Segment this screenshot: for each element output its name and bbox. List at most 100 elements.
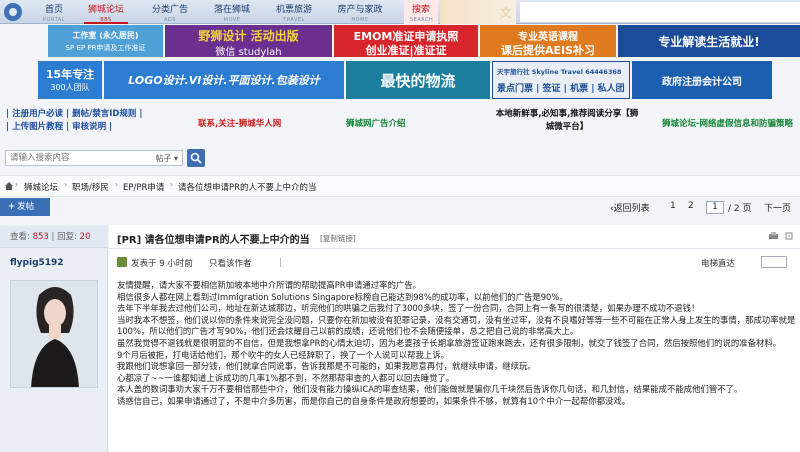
post-paragraph: 相信很多人都在网上看到过Immigration Solutions Singap… [117,291,568,302]
ad-banner-accounting[interactable]: 政府注册会计公司 [632,61,772,99]
search-button[interactable] [187,149,205,167]
nav-ads[interactable]: 分类广告 ADS [148,0,192,24]
breadcrumb-separator: › [170,180,174,189]
ad-banner-pr[interactable]: 工作室 (永久居民) SP EP PR申请及工作准证 [48,25,163,57]
search-icon [190,152,202,164]
site-logo[interactable] [4,3,22,21]
nav-home-services-sub: HOME [351,17,369,23]
page-link-1[interactable]: 1 [670,201,676,211]
post-paragraph: 诱惑信自己，如果申请通过了，不是中介多历害，而是你自己的自身条件是政府想要的，如… [117,395,631,406]
rules-links-line2[interactable]: | 上传图片教程 | 审核说明 | [6,121,142,134]
new-post-label: 发帖 [17,202,35,212]
floor-jump-input[interactable] [761,256,787,268]
floor-jump-label: 电梯直达 [701,259,736,269]
chevron-down-icon: ▾ [173,154,178,163]
post-paragraph: 本人盖的数词事劝大家千万不要相信那些中介，他们没有能力操纵ICA的审查结果，他们… [117,384,743,395]
nav-travel-label: 机票旅游 [275,5,312,15]
top-nav: 首页 PORTAL 狮城论坛 BBS 分类广告 ADS 落在狮城 MOVE 机票… [0,0,800,24]
ad-banner-logo-design-main: LOGO设计.VI设计.平面设计.包装设计 [128,74,320,87]
post-paragraph: 我跟他们说想拿回一部分钱，他们就拿合同说事，告诉我那是不可能的，如果我愿意再付，… [117,361,536,372]
anti-fraud-link[interactable]: 狮城论坛-网络虚假信息和防骗策略 [662,118,793,131]
ad-banner-career-main: 专业解读生活就业! [658,35,760,49]
ad-banner-english[interactable]: 专业英语课程 课后提供AEIS补习 [480,25,616,57]
nav-ads-sub: ADS [164,17,176,23]
pagination: ‹返回列表 1 2 1 / 2 页 下一页 [610,201,800,215]
nav-move[interactable]: 落在狮城 MOVE [210,0,254,24]
ad-banner-pr-main: 工作室 (永久居民) [72,31,139,40]
page-title: [PR] 请各位想申请PR的人不要上中介的当 [117,235,310,246]
nav-bbs[interactable]: 狮城论坛 BBS [84,0,128,24]
page-link-2[interactable]: 2 [688,201,694,211]
page-jump-input[interactable]: 1 [706,201,724,214]
post-time: 发表于 9 小时前 [131,259,193,269]
post-paragraph: 当时我本不想签，他们说以你的条件来说完全没问题，只要你在新加坡没有犯罪记录，没有… [117,314,796,337]
nav-home-services[interactable]: 房产与家政 HOME [334,0,386,24]
nav-ads-label: 分类广告 [151,5,188,15]
breadcrumb-category[interactable]: 职场/移民 [72,181,109,193]
post-paragraph: 虽然我觉得不退钱就是很明显的不自信，但是我想拿PR的心情太迫切，因为老婆孩子长期… [117,337,782,348]
ad-intro-link[interactable]: 狮城网广告介绍 [346,118,406,131]
breadcrumb-forum[interactable]: 狮城论坛 [24,181,58,193]
post-body: 友情提醒，请大家不要相信新加坡本地中介所谓的帮助提高PR申请通过率的广告。 相信… [117,280,797,408]
nav-move-sub: MOVE [223,17,241,23]
total-pages: / 2 页 [728,204,752,214]
ad-banner-emom-sub: 创业准证|准证证 [365,44,447,57]
news-link[interactable]: 本地新鲜事,必知事,推荐阅读分享【狮 城微平台】 [492,108,642,134]
back-to-list-label: 返回列表 [613,204,650,214]
nav-home-label: 首页 [44,5,63,15]
new-post-button[interactable]: + 发帖 [0,198,50,216]
replies-count: 20 [79,232,91,242]
nav-travel[interactable]: 机票旅游 TRAVEL [272,0,316,24]
breadcrumb-separator: › [15,180,19,189]
follow-link[interactable]: 联系,关注-狮城华人网 [198,118,281,131]
next-page-button[interactable]: 下一页 [764,201,791,214]
ad-banner-15years-main: 15年专注 [45,68,95,81]
print-icon[interactable] [768,231,796,241]
breadcrumb-board[interactable]: EP/PR申请 [123,181,164,193]
post-content: [PR] 请各位想申请PR的人不要上中介的当 [复制链接] 发表于 9 小时前 … [109,225,800,452]
news-link-line2: 城微平台】 [545,122,589,132]
ad-banner-logistics[interactable]: 最快的物流 [346,61,490,99]
ad-banner-skyline[interactable]: 天宇旅行社 Skyline Travel 64446368 景点门票 | 签证 … [492,61,630,99]
ad-banner-pr-sub: SP EP PR申请及工作准证 [65,44,146,52]
nav-search-sub: SEARCH [410,17,434,23]
views-label: 查看: [10,232,30,242]
post-paragraph: 9个月后被拒，打电话给他们，那个吹牛的女人已经辞职了，换了一个人说可以帮我上诉。 [117,349,449,360]
nav-home-services-label: 房产与家政 [337,5,383,15]
ad-banner-design[interactable]: 野狮设计 活动出版 微信 studylah [165,25,332,57]
ad-banner-emom[interactable]: EMOM准证申请执照 创业准证|准证证 [334,25,478,57]
ad-banner-15years[interactable]: 15年专注 300人团队 [38,61,102,99]
online-status-icon [117,257,127,267]
title-tools [768,231,796,244]
nav-search[interactable]: 搜索 SEARCH [404,0,438,24]
search-scope-label: 帖子 [155,154,172,163]
ad-banner-career[interactable]: 专业解读生活就业! [618,25,800,57]
search-input[interactable] [6,151,136,165]
post-paragraph: 去年下半年我去过他们公司，地址在新达城那边，听完他们的哄骗之后我付了3000多块… [117,303,700,314]
back-to-list-button[interactable]: ‹返回列表 [610,201,650,214]
ad-banner-logo-design[interactable]: LOGO设计.VI设计.平面设计.包装设计 [104,61,344,99]
home-icon[interactable] [4,181,14,191]
only-author-link[interactable]: 只看该作者 [209,257,252,269]
avatar[interactable] [10,280,98,388]
breadcrumb-thread[interactable]: 请各位想申请PR的人不要上中介的当 [178,181,317,193]
nav-banner[interactable]: 文 [440,0,516,24]
nav-home[interactable]: 首页 PORTAL [40,0,68,24]
copy-link-button[interactable]: [复制链接] [320,233,356,244]
ad-banner-logistics-main: 最快的物流 [380,72,456,90]
author-name[interactable]: flypig5192 [10,258,64,268]
nav-search-label: 搜索 [411,5,430,15]
search-scope-select[interactable]: 帖子 ▾ [155,153,178,164]
avatar-image [11,281,97,387]
nav-banner-text: 文 [499,6,512,20]
nav-home-sub: PORTAL [43,17,65,23]
thread-stats: 查看: 853 | 回复: 20 [0,226,108,248]
breadcrumb-separator: › [64,180,68,189]
rules-links: | 注册用户必读 | 删帖/禁言ID规则 | | 上传图片教程 | 审核说明 | [6,108,142,134]
nav-bbs-sub: BBS [100,17,112,23]
post-meta: 发表于 9 小时前 只看该作者 电梯直达 [109,254,800,272]
rules-links-line1[interactable]: | 注册用户必读 | 删帖/禁言ID规则 | [6,108,142,121]
ad-banner-skyline-main: 天宇旅行社 Skyline Travel 64446368 [497,68,622,76]
nav-side-ad[interactable] [520,2,800,22]
breadcrumb-separator: › [115,180,119,189]
